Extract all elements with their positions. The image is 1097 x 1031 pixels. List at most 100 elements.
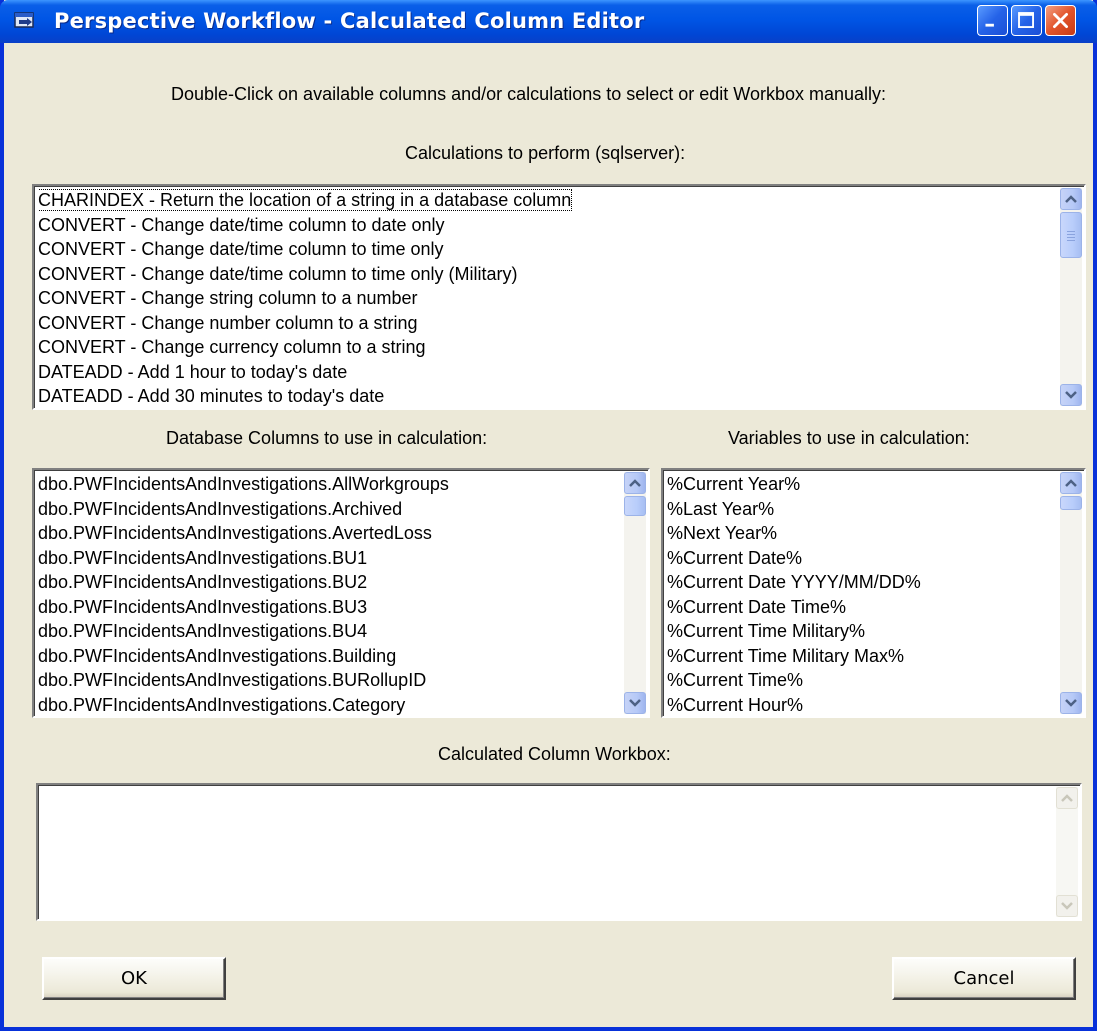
calculations-listbox[interactable]: CHARINDEX - Return the location of a str… — [32, 184, 1086, 410]
columns-scroll-down[interactable] — [624, 692, 646, 714]
variable-item-label: %Current Time Military% — [667, 621, 866, 641]
calculation-item[interactable]: CONVERT - Change number column to a stri… — [38, 311, 1058, 336]
variable-item[interactable]: %Current Date% — [667, 546, 1058, 571]
column-item-label: dbo.PWFIncidentsAndInvestigations.AllWor… — [38, 474, 449, 494]
columns-scroll-up[interactable] — [624, 472, 646, 494]
close-button[interactable] — [1045, 5, 1076, 36]
variable-item[interactable]: %Current Year% — [667, 472, 1058, 497]
columns-label: Database Columns to use in calculation: — [166, 428, 488, 448]
columns-items: dbo.PWFIncidentsAndInvestigations.AllWor… — [38, 472, 622, 717]
variable-item-label: %Current Time% — [667, 670, 804, 690]
chevron-down-icon — [629, 699, 641, 707]
calculation-item[interactable]: DATEADD - Add 1 hour to today's date — [38, 360, 1058, 385]
workbox-scroll-down[interactable] — [1056, 895, 1078, 917]
calculations-scroll-thumb[interactable] — [1060, 212, 1082, 258]
columns-scroll-thumb[interactable] — [624, 496, 646, 516]
variable-item-label: %Current Hour% — [667, 694, 804, 715]
minimize-icon — [985, 23, 994, 27]
window-title: Perspective Workflow - Calculated Column… — [54, 9, 645, 33]
columns-listbox[interactable]: dbo.PWFIncidentsAndInvestigations.AllWor… — [32, 468, 650, 718]
column-item-label: dbo.PWFIncidentsAndInvestigations.BU1 — [38, 547, 368, 568]
column-item-label: dbo.PWFIncidentsAndInvestigations.Averte… — [38, 523, 432, 543]
column-item-label: dbo.PWFIncidentsAndInvestigations.BU2 — [38, 572, 368, 592]
variable-item[interactable]: %Current Time Military Max% — [667, 644, 1058, 669]
calculation-item[interactable]: DATEADD - Add 30 minutes to today's date — [38, 384, 1058, 408]
variable-item[interactable]: %Next Year% — [667, 521, 1058, 546]
calculations-label: Calculations to perform (sqlserver): — [405, 143, 686, 163]
minimize-button[interactable] — [977, 5, 1008, 36]
calculation-item[interactable]: CONVERT - Change string column to a numb… — [38, 286, 1058, 311]
calculation-item-label: CONVERT - Change number column to a stri… — [38, 312, 418, 333]
workbox-scroll-up[interactable] — [1056, 787, 1078, 809]
column-item[interactable]: dbo.PWFIncidentsAndInvestigations.Catego… — [38, 693, 622, 717]
calculation-item[interactable]: CONVERT - Change date/time column to dat… — [38, 213, 1058, 238]
column-item-label: dbo.PWFIncidentsAndInvestigations.BU3 — [38, 596, 368, 617]
variable-item-label: %Current Date% — [667, 547, 803, 568]
calculation-item[interactable]: CHARINDEX - Return the location of a str… — [38, 188, 1058, 213]
variable-item[interactable]: %Current Date Time% — [667, 595, 1058, 620]
variable-item-label: %Current Date YYYY/MM/DD% — [667, 572, 921, 592]
variable-item[interactable]: %Last Year% — [667, 497, 1058, 522]
column-item[interactable]: dbo.PWFIncidentsAndInvestigations.Buildi… — [38, 644, 622, 669]
calculation-item-label: CHARINDEX - Return the location of a str… — [38, 189, 573, 211]
column-item-label: dbo.PWFIncidentsAndInvestigations.Catego… — [38, 694, 406, 715]
variables-scroll-thumb[interactable] — [1060, 496, 1082, 510]
calculations-scrollbar[interactable] — [1060, 188, 1082, 406]
column-item[interactable]: dbo.PWFIncidentsAndInvestigations.BU1 — [38, 546, 622, 571]
column-item[interactable]: dbo.PWFIncidentsAndInvestigations.BURoll… — [38, 668, 622, 693]
app-icon — [14, 12, 34, 28]
maximize-button[interactable] — [1011, 5, 1042, 36]
column-item-label: dbo.PWFIncidentsAndInvestigations.Buildi… — [38, 645, 397, 666]
calculation-item[interactable]: CONVERT - Change currency column to a st… — [38, 335, 1058, 360]
variable-item[interactable]: %Current Hour% — [667, 693, 1058, 717]
chevron-up-icon — [1065, 479, 1077, 487]
variables-scroll-up[interactable] — [1060, 472, 1082, 494]
calculation-item-label: DATEADD - Add 30 minutes to today's date — [38, 386, 385, 406]
variables-label: Variables to use in calculation: — [728, 428, 970, 448]
chevron-down-icon — [1061, 902, 1073, 910]
variable-item-label: %Last Year% — [667, 498, 775, 519]
column-item[interactable]: dbo.PWFIncidentsAndInvestigations.Averte… — [38, 521, 622, 546]
workbox-scrollbar[interactable] — [1056, 787, 1078, 917]
variable-item-label: %Current Year% — [667, 474, 801, 494]
column-item[interactable]: dbo.PWFIncidentsAndInvestigations.Archiv… — [38, 497, 622, 522]
calculation-item-label: CONVERT - Change date/time column to dat… — [38, 214, 445, 235]
ok-button[interactable]: OK — [42, 957, 226, 1000]
column-item[interactable]: dbo.PWFIncidentsAndInvestigations.BU3 — [38, 595, 622, 620]
workbox-label: Calculated Column Workbox: — [438, 744, 671, 764]
calculation-item-label: CONVERT - Change date/time column to tim… — [38, 263, 518, 284]
column-item-label: dbo.PWFIncidentsAndInvestigations.BU4 — [38, 621, 368, 641]
variables-listbox[interactable]: %Current Year% %Last Year% %Next Year% %Cur… — [661, 468, 1086, 718]
calculation-item-label: CONVERT - Change date/time column to tim… — [38, 239, 444, 259]
variable-item-label: %Current Time Military Max% — [667, 645, 905, 666]
column-item[interactable]: dbo.PWFIncidentsAndInvestigations.BU4 — [38, 619, 622, 644]
variable-item[interactable]: %Current Time Military% — [667, 619, 1058, 644]
column-item[interactable]: dbo.PWFIncidentsAndInvestigations.BU2 — [38, 570, 622, 595]
chevron-up-icon — [1061, 794, 1073, 802]
variables-scrollbar[interactable] — [1060, 472, 1082, 714]
variables-items: %Current Year% %Last Year% %Next Year% %Cur… — [667, 472, 1058, 717]
cancel-button[interactable]: Cancel — [892, 957, 1076, 1000]
chevron-up-icon — [629, 479, 641, 487]
workbox-textarea[interactable] — [36, 783, 1082, 921]
calculations-items: CHARINDEX - Return the location of a str… — [38, 188, 1058, 408]
calculation-item-label: CONVERT - Change string column to a numb… — [38, 288, 418, 308]
calculation-item[interactable]: CONVERT - Change date/time column to tim… — [38, 237, 1058, 262]
title-bar[interactable]: Perspective Workflow - Calculated Column… — [0, 0, 1097, 43]
column-item[interactable]: dbo.PWFIncidentsAndInvestigations.AllWor… — [38, 472, 622, 497]
columns-scrollbar[interactable] — [624, 472, 646, 714]
editor-window: Perspective Workflow - Calculated Column… — [0, 0, 1097, 1031]
maximize-icon — [1018, 12, 1034, 28]
calculation-item-label: DATEADD - Add 1 hour to today's date — [38, 361, 348, 382]
variables-scroll-down[interactable] — [1060, 692, 1082, 714]
calculation-item-label: CONVERT - Change currency column to a st… — [38, 337, 426, 357]
calculation-item[interactable]: CONVERT - Change date/time column to tim… — [38, 262, 1058, 287]
variable-item-label: %Current Date Time% — [667, 596, 847, 617]
calculations-scroll-down[interactable] — [1060, 384, 1082, 406]
variable-item[interactable]: %Current Date YYYY/MM/DD% — [667, 570, 1058, 595]
chevron-down-icon — [1065, 699, 1077, 707]
instructions-text: Double-Click on available columns and/or… — [171, 84, 887, 104]
variable-item[interactable]: %Current Time% — [667, 668, 1058, 693]
variable-item-label: %Next Year% — [667, 523, 778, 543]
calculations-scroll-up[interactable] — [1060, 188, 1082, 210]
